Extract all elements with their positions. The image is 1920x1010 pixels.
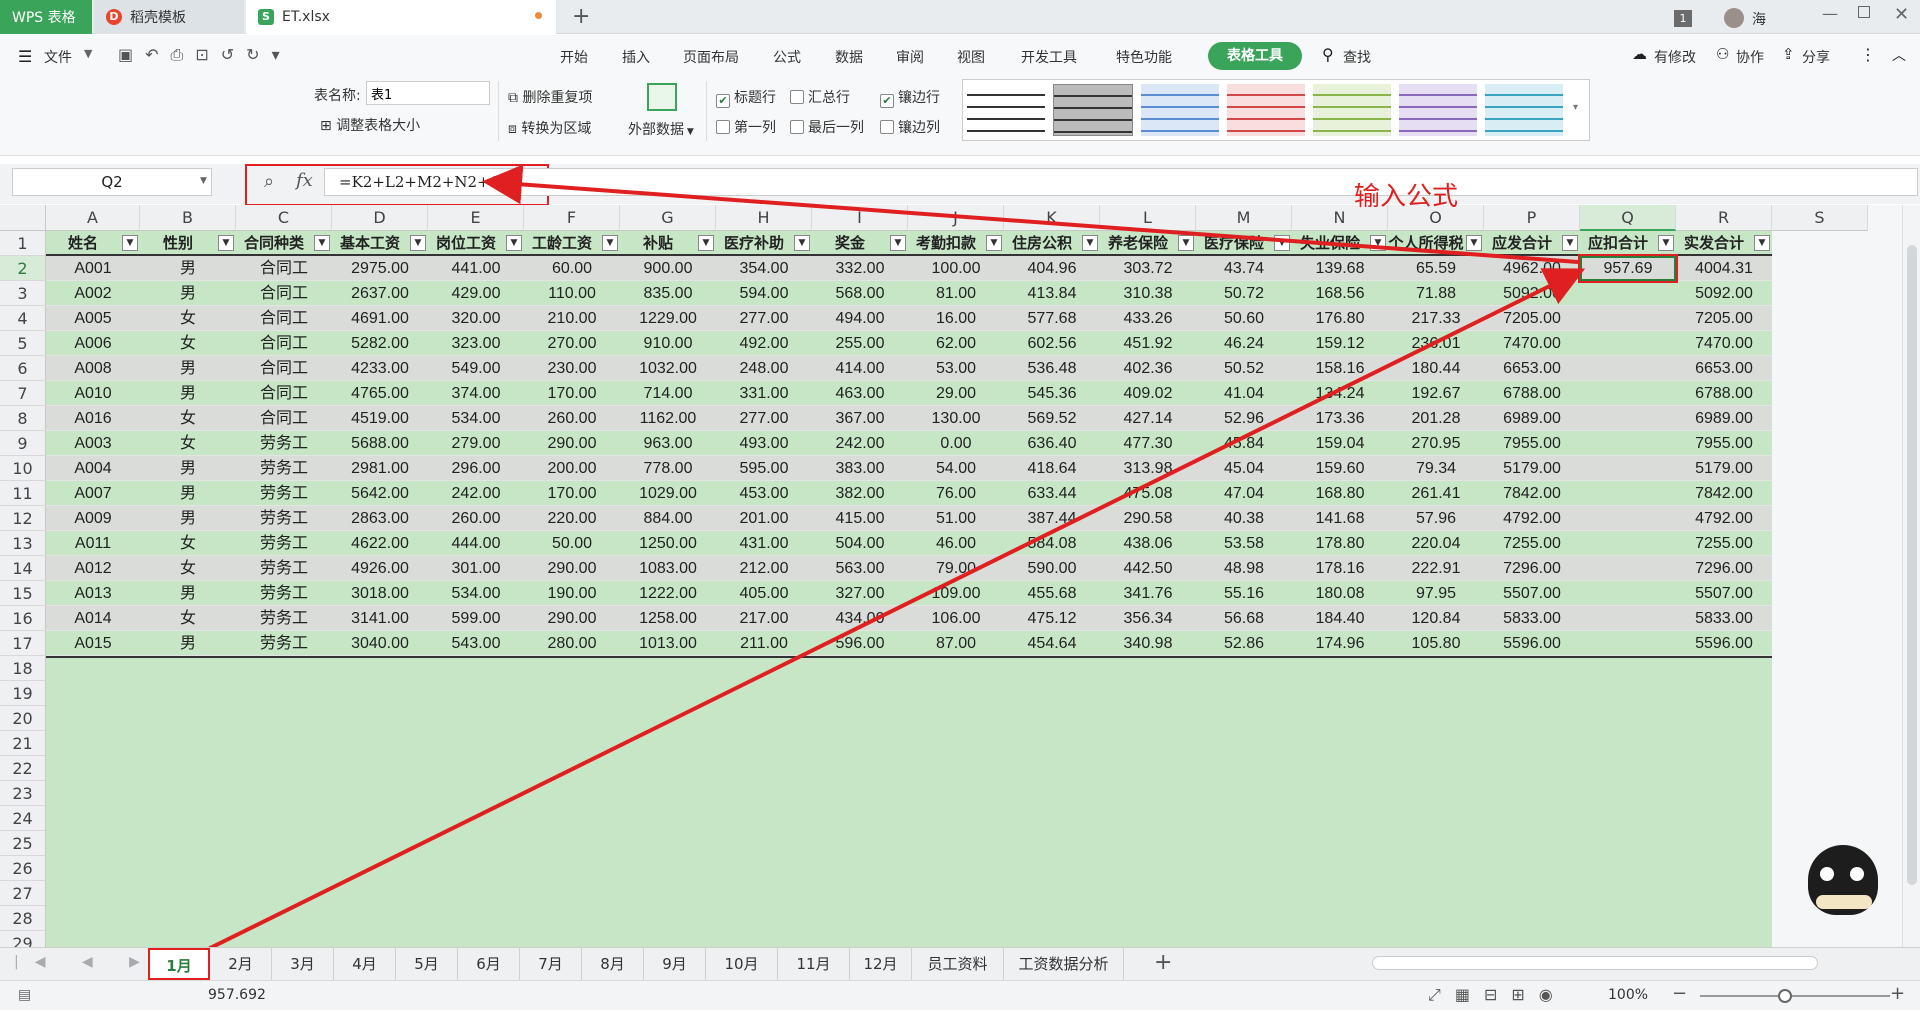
sheet-tab[interactable]: 8月 [582,948,644,980]
fullscreen-icon: ⤢ [1428,985,1455,1004]
normal-view-icon: ▦ [1454,985,1484,1004]
eye-protect-icon: ◉ [1538,985,1567,1004]
page-break-icon: ⊟ [1483,985,1512,1004]
zoom-out-icon[interactable]: − [1672,983,1687,1004]
horizontal-scrollbar[interactable] [1372,956,1818,970]
status-bar: ▤ 957.692 ⤢▦⊟⊞◉ 100% − + [0,980,1920,1010]
sheet-tab[interactable]: 5月 [396,948,458,980]
sheet-tab[interactable]: 6月 [458,948,520,980]
sheet-tab[interactable]: 7月 [520,948,582,980]
sheet-tab-bar: |◀ ◀ ▶ ▶| 1月 2月 3月 4月 5月 6月 7月 8月 9月 10月 11月 12月 员工资… [0,947,1920,980]
sheet-tab[interactable]: 9月 [644,948,706,980]
macro-icon[interactable]: ▤ [18,987,31,1003]
sheet-tab[interactable]: 12月 [850,948,912,980]
zoom-in-icon[interactable]: + [1890,983,1905,1004]
sheet-tab[interactable]: 员工资料 [912,948,1004,980]
read-mode-icon: ⊞ [1511,985,1539,1004]
sheet-tab[interactable]: 1月 [148,948,210,980]
status-value: 957.692 [208,987,266,1003]
zoom-level[interactable]: 100% [1608,987,1648,1003]
zoom-slider-handle[interactable] [1778,989,1792,1003]
sheet-tab[interactable]: 工资数据分析 [1004,948,1124,980]
view-mode-icons[interactable]: ⤢▦⊟⊞◉ [1428,985,1567,1005]
zoom-slider[interactable] [1700,995,1890,997]
add-sheet-plus-icon[interactable]: + [1154,950,1172,975]
sheet-tab[interactable]: 2月 [210,948,272,980]
sheet-tab[interactable]: 4月 [334,948,396,980]
arrow-from-sheet-tab [189,268,1586,960]
sheet-tab[interactable]: 10月 [706,948,778,980]
sheet-tab[interactable]: 11月 [778,948,850,980]
arrow-to-formula [482,164,1579,264]
annotation-arrows [189,164,1586,960]
sheet-tab[interactable]: 3月 [272,948,334,980]
